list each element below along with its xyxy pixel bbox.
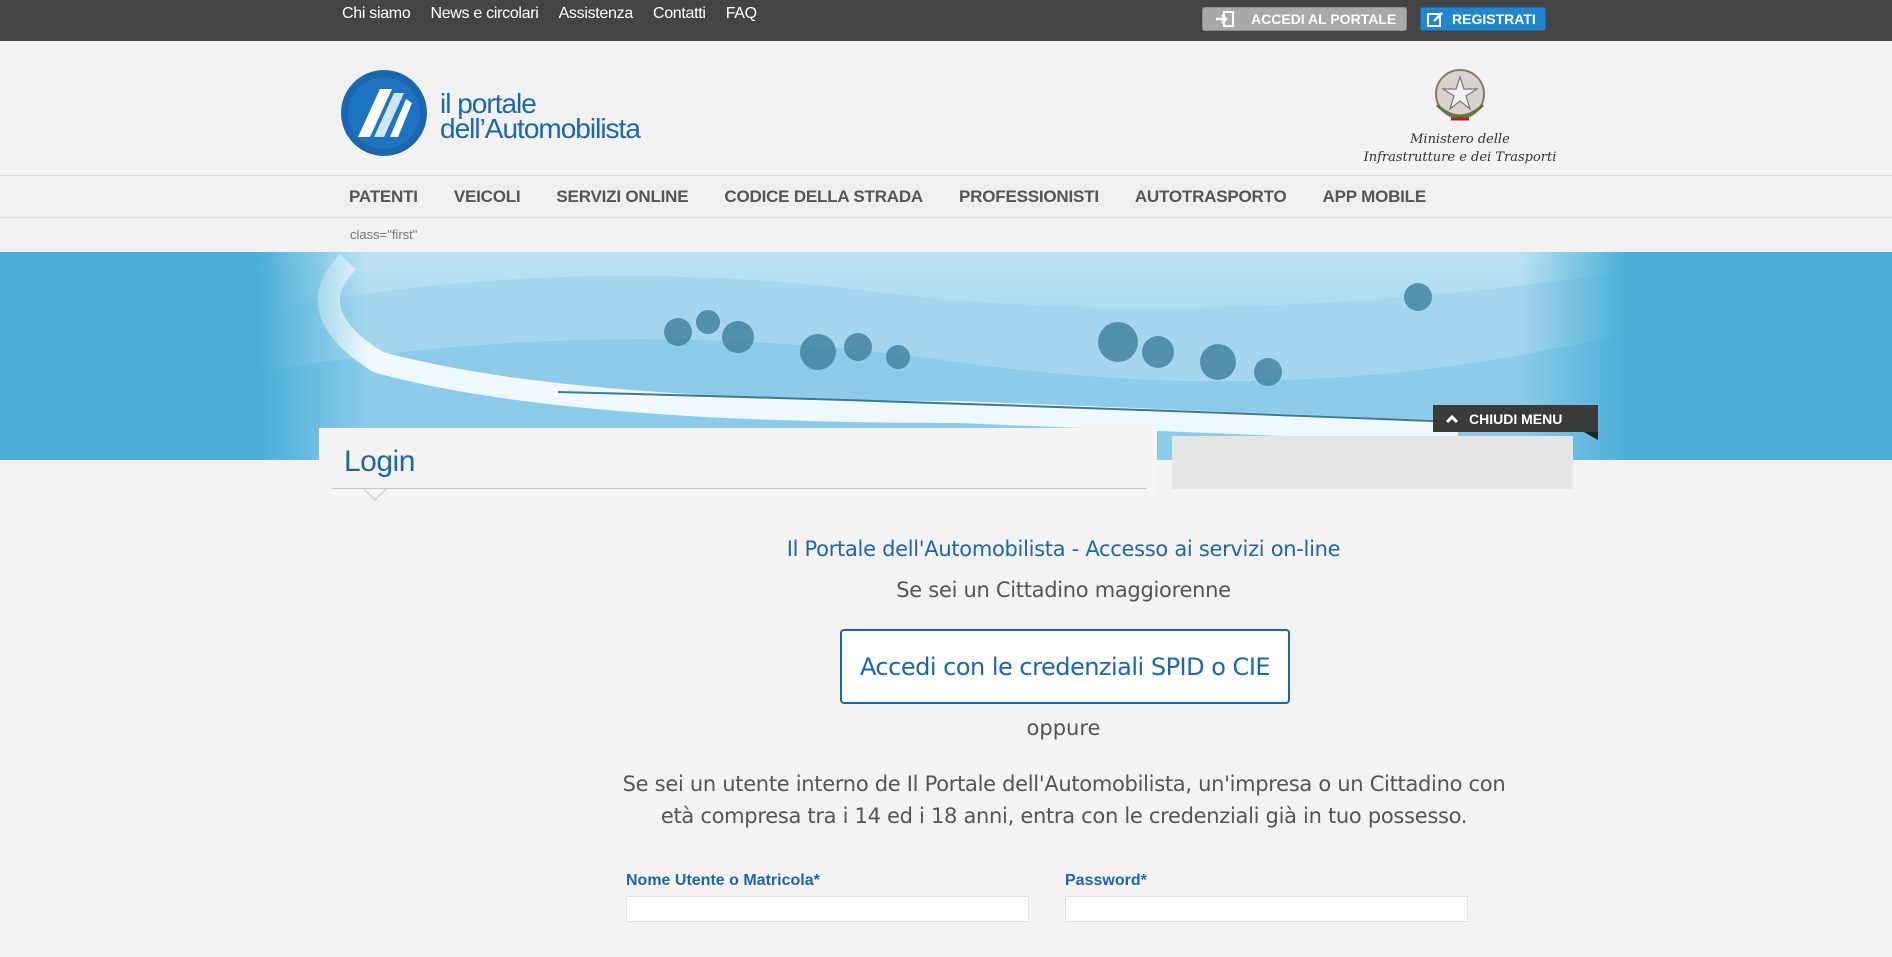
ministero-line-1: Ministero delle: [1410, 132, 1510, 147]
ministero-line-2: Infrastrutture e dei Trasporti: [1363, 150, 1557, 165]
password-label: Password*: [1065, 872, 1147, 889]
chiudi-menu-tail: [1584, 432, 1598, 440]
nav-item-servizi-online[interactable]: SERVIZI ONLINE: [556, 187, 688, 207]
spid-cie-login-button[interactable]: Accedi con le credenziali SPID o CIE: [840, 629, 1290, 704]
site-header: il portale dell’Automobilista Ministero …: [0, 41, 1892, 176]
page-title: Login: [344, 445, 415, 478]
nav-item-app-mobile[interactable]: APP MOBILE: [1323, 187, 1427, 207]
top-link-assistenza[interactable]: Assistenza: [559, 5, 634, 23]
nav-item-patenti[interactable]: PATENTI: [349, 187, 418, 207]
chiudi-menu-button[interactable]: CHIUDI MENU: [1433, 405, 1598, 432]
edit-icon: [1427, 11, 1445, 27]
username-label: Nome Utente o Matricola*: [626, 872, 820, 889]
top-link-faq[interactable]: FAQ: [726, 5, 757, 23]
title-divider: [332, 488, 1147, 489]
accedi-portale-label: ACCEDI AL PORTALE: [1251, 11, 1397, 27]
portale-logo[interactable]: il portale dell’Automobilista: [340, 69, 641, 162]
accedi-portale-button[interactable]: ACCEDI AL PORTALE: [1202, 7, 1407, 31]
nav-item-autotrasporto[interactable]: AUTOTRASPORTO: [1135, 187, 1287, 207]
top-link-chi-siamo[interactable]: Chi siamo: [342, 5, 411, 23]
top-bar: Chi siamo News e circolari Assistenza Co…: [0, 0, 1892, 41]
nav-item-codice-strada[interactable]: CODICE DELLA STRADA: [724, 187, 923, 207]
top-link-news-circolari[interactable]: News e circolari: [430, 5, 538, 23]
breadcrumb: class="first": [350, 227, 418, 242]
chevron-up-icon: [1445, 411, 1459, 427]
registrati-label: REGISTRATI: [1452, 11, 1536, 27]
registrati-button[interactable]: REGISTRATI: [1420, 7, 1546, 31]
ministero-logo: Ministero delle Infrastrutture e dei Tra…: [1355, 63, 1565, 166]
nav-item-veicoli[interactable]: VEICOLI: [454, 187, 521, 207]
portal-access-title: Il Portale dell'Automobilista - Accesso …: [786, 537, 1341, 561]
main-nav: PATENTI VEICOLI SERVIZI ONLINE CODICE DE…: [0, 176, 1892, 218]
chiudi-menu-label: CHIUDI MENU: [1469, 410, 1563, 427]
username-input[interactable]: [626, 896, 1029, 922]
logo-line-2: dell’Automobilista: [440, 112, 641, 144]
sidebar-box: [1172, 436, 1573, 489]
title-notch: [364, 489, 386, 501]
login-arrow-icon: [1215, 11, 1235, 27]
oppure-text: oppure: [1026, 716, 1101, 740]
top-link-contatti[interactable]: Contatti: [653, 5, 706, 23]
logo-line-1: il portale: [440, 87, 537, 119]
portale-logo-icon: [340, 69, 428, 162]
emblem-italy-icon: [1429, 69, 1491, 129]
cittadino-text: Se sei un Cittadino maggiorenne: [896, 578, 1231, 602]
top-links: Chi siamo News e circolari Assistenza Co…: [342, 5, 757, 23]
nav-item-professionisti[interactable]: PROFESSIONISTI: [959, 187, 1099, 207]
password-input[interactable]: [1065, 896, 1468, 922]
internal-user-description: Se sei un utente interno de Il Portale d…: [622, 772, 1506, 828]
